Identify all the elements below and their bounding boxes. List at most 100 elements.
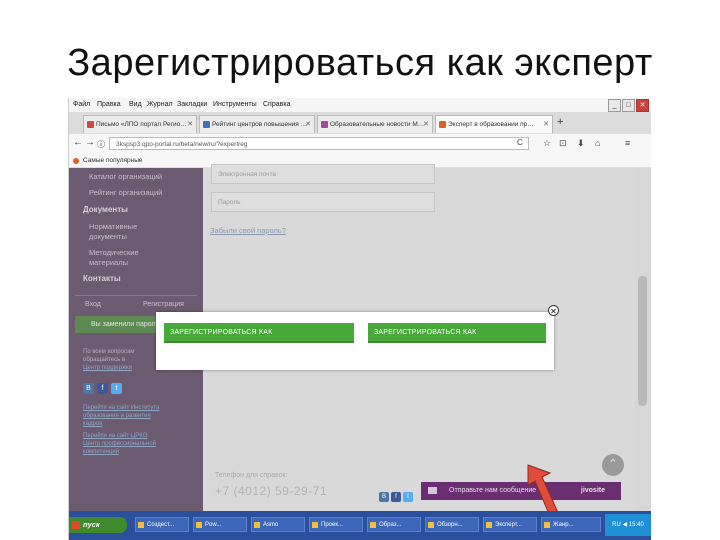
phone-number: +7 (4012) 59-29-71 [215,484,328,498]
support-text: По всем вопросам [83,349,135,355]
jivosite-logo: jivosite [580,487,605,494]
mail-favicon-icon [87,121,94,128]
sidebar-item-org-rating[interactable]: Рейтинг организаций [89,188,162,197]
windows-taskbar: пуск Создест... Pow... Asmo Проек... Обр… [69,511,651,540]
menu-bookmarks[interactable]: Закладки [177,101,207,108]
sidebar-divider [75,295,197,296]
tab-close-icon[interactable]: ✕ [543,116,549,133]
bookmark-star-icon[interactable]: ☆ [543,138,551,149]
bookmark-popular[interactable]: Самые популярные [83,157,143,164]
forward-arrow-icon[interactable]: → [85,137,95,148]
institute-link[interactable]: образования и развития [83,412,151,420]
tab-close-icon[interactable]: ✕ [305,116,311,133]
download-icon[interactable]: ⬇ [577,138,585,149]
facebook-icon[interactable]: f [97,383,108,394]
support-link[interactable]: Центр поддержки [83,364,132,372]
page-favicon-icon [203,121,210,128]
tab-label: Эксперт в образовании пр… [448,121,534,128]
crko-link[interactable]: компетенций [83,448,119,456]
tab-close-icon[interactable]: ✕ [187,116,193,133]
navigation-bar: ← → ⓘ 3kspsp3.qpo-portal.ru/beta/new/ru/… [69,134,651,155]
home-icon[interactable]: ⌂ [595,138,600,148]
taskbar-item[interactable]: Эксперт... [483,517,537,532]
vk-icon[interactable]: B [83,383,94,394]
taskbar-item-label: Pow... [205,522,222,528]
tab-strip: Письмо «ЛПО портал Регио… ✕ Рейтинг цент… [69,112,651,134]
institute-link[interactable]: кадров [83,420,102,428]
login-link[interactable]: Вход [85,301,101,308]
tab-mail[interactable]: Письмо «ЛПО портал Регио… ✕ [83,115,197,133]
maximize-button[interactable]: □ [622,99,635,112]
menu-help[interactable]: Справка [263,101,290,108]
taskbar-item[interactable]: Asmo [251,517,305,532]
register-link[interactable]: Регистрация [143,301,184,308]
sidebar-item-org-catalog[interactable]: Каталог организаций [89,172,162,181]
twitter-icon[interactable]: t [111,383,122,394]
crko-link[interactable]: Перейти на сайт ЦРКО [83,432,147,440]
twitter-icon[interactable]: t [403,492,413,502]
register-as-button-left[interactable]: ЗАРЕГИСТРИРОВАТЬСЯ КАК [164,323,354,343]
tab-close-icon[interactable]: ✕ [423,116,429,133]
app-icon [254,522,260,528]
new-tab-plus-icon[interactable]: + [557,116,563,128]
menu-history[interactable]: Журнал [147,101,173,108]
window-controls: _ □ ✕ [607,99,649,112]
password-field[interactable]: Пароль [211,192,435,212]
sidebar-item-documents[interactable]: Документы [83,205,128,214]
vk-icon[interactable]: B [379,492,389,502]
app-icon [370,522,376,528]
taskbar-item-label: Образ... [379,522,402,528]
taskbar-item[interactable]: Образ... [367,517,421,532]
email-field[interactable]: Электронная почта [211,164,435,184]
taskbar-item[interactable]: Жанр... [541,517,601,532]
site-info-icon[interactable]: ⓘ [97,139,105,150]
tab-label: Образовательные новости М… [330,121,425,128]
app-icon [428,522,434,528]
sidebar-item-methodical[interactable]: Методические [89,248,139,257]
taskbar-item[interactable]: Проек... [309,517,363,532]
app-icon [196,522,202,528]
crko-link[interactable]: Центр профессиональной [83,440,156,448]
taskbar-item-label: Asmo [263,522,279,528]
sidebar-item-normative[interactable]: Нормативные [89,222,137,231]
taskbar-item[interactable]: Pow... [193,517,247,532]
windows-logo-icon [72,521,80,529]
tab-expert-active[interactable]: Эксперт в образовании пр… ✕ [435,115,553,133]
register-as-button-right[interactable]: ЗАРЕГИСТРИРОВАТЬСЯ КАК [368,323,546,343]
reading-list-icon[interactable]: ⊡ [559,138,567,149]
address-bar[interactable]: 3kspsp3.qpo-portal.ru/beta/new/ru/?exper… [109,137,529,150]
menu-file[interactable]: Файл [73,101,90,108]
modal-close-icon[interactable]: ✕ [548,305,559,316]
close-window-button[interactable]: ✕ [636,99,649,112]
taskbar-item[interactable]: Создест... [135,517,189,532]
hamburger-menu-icon[interactable]: ≡ [625,138,630,148]
taskbar-item-label: Создест... [147,522,175,528]
sidebar-item-normative-2[interactable]: документы [89,232,127,241]
minimize-button[interactable]: _ [608,99,621,112]
page-scrollbar[interactable] [635,168,651,511]
app-icon [486,522,492,528]
sidebar-item-methodical-2[interactable]: материалы [89,258,128,267]
institute-link[interactable]: Перейти на сайт Института [83,404,159,412]
scroll-to-top-button[interactable]: ⌃ [602,454,624,476]
forgot-password-link[interactable]: Забыли свой пароль? [210,226,286,235]
scroll-thumb[interactable] [638,276,647,406]
menu-edit[interactable]: Правка [97,101,121,108]
facebook-icon[interactable]: f [391,492,401,502]
jivosite-chat-widget[interactable]: Отправьте нам сообщение jivosite [421,482,621,500]
reload-icon[interactable]: C [517,138,523,147]
sidebar-item-contacts[interactable]: Контакты [83,274,121,283]
back-arrow-icon[interactable]: ← [73,137,83,148]
start-button[interactable]: пуск [69,517,127,533]
menu-tools[interactable]: Инструменты [213,101,257,108]
sidebar-green-button[interactable]: Вы заменили пароль [75,316,163,333]
start-label: пуск [83,520,100,529]
tray-clock[interactable]: RU ◀ 15:40 [605,514,651,536]
browser-screenshot: Файл Правка Вид Журнал Закладки Инструме… [68,98,651,540]
tab-rating[interactable]: Рейтинг центров повышения … ✕ [199,115,315,133]
tab-news[interactable]: Образовательные новости М… ✕ [317,115,433,133]
envelope-icon [428,487,437,494]
menu-view[interactable]: Вид [129,101,142,108]
taskbar-item-label: Обзорн... [437,522,463,528]
taskbar-item[interactable]: Обзорн... [425,517,479,532]
